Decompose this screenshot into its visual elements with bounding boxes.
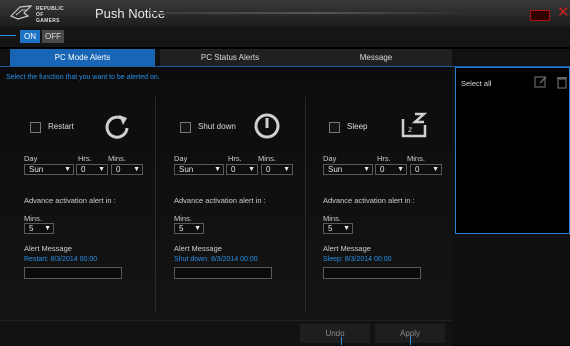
footer-bar: Undo Apply (0, 320, 452, 346)
sleep-icon: z (401, 112, 428, 138)
shutdown-mins-select-value: 0 (266, 165, 271, 174)
sleep-hrs-label: Hrs. (377, 154, 391, 163)
callout-line (0, 35, 16, 36)
shutdown-column: Shut down (180, 67, 326, 320)
restart-day-select[interactable]: Sun ▼ (24, 164, 74, 175)
shutdown-mins-select[interactable]: 0 ▼ (261, 164, 293, 175)
chevron-down-icon: ▼ (363, 166, 370, 173)
shutdown-alert-message-value: Shut down: 8/3/2014 00:00 (174, 256, 258, 263)
chevron-down-icon: ▼ (397, 166, 404, 173)
edit-icon[interactable] (534, 75, 548, 89)
shutdown-hrs-select-value: 0 (231, 165, 236, 174)
restart-advance-mins-select-value: 5 (29, 224, 34, 233)
sleep-alert-message-value: Sleep: 8/3/2014 00:00 (323, 256, 392, 263)
chevron-down-icon: ▼ (214, 166, 221, 173)
restart-advance-label: Advance activation alert in : (24, 196, 116, 205)
restart-hrs-label: Hrs. (78, 154, 92, 163)
sleep-advance-mins-select-value: 5 (328, 224, 333, 233)
restart-hrs-select[interactable]: 0 ▼ (76, 164, 108, 175)
shutdown-alert-message-input[interactable] (174, 267, 272, 279)
restart-icon (105, 115, 129, 139)
sleep-day-select-value: Sun (328, 165, 343, 174)
sleep-alert-message-label: Alert Message (323, 244, 371, 253)
toggle-on-button[interactable]: ON (20, 30, 40, 43)
sleep-day-label: Day (323, 154, 337, 163)
close-icon[interactable]: ✕ (557, 5, 570, 20)
brand-line-2: GAMERS (36, 18, 60, 24)
undo-button[interactable]: Undo (300, 324, 370, 343)
restart-mins-select-value: 0 (116, 165, 121, 174)
restart-day-select-value: Sun (29, 165, 44, 174)
trash-icon[interactable] (555, 75, 569, 89)
tab-pc-mode-alerts[interactable]: PC Mode Alerts (10, 49, 155, 66)
shutdown-checkbox[interactable] (180, 122, 191, 133)
chevron-down-icon: ▼ (44, 225, 51, 232)
restart-mins-label: Mins. (108, 154, 126, 163)
rog-logo: REPUBLIC OF GAMERS (9, 4, 70, 24)
restart-day-label: Day (24, 154, 38, 163)
restart-mins-select[interactable]: 0 ▼ (111, 164, 143, 175)
shutdown-day-select[interactable]: Sun ▼ (174, 164, 224, 175)
shutdown-title: Shut down (198, 122, 236, 131)
svg-text:z: z (408, 125, 412, 134)
shutdown-advance-mins-select-value: 5 (179, 224, 184, 233)
tab-pc-status-alerts[interactable]: PC Status Alerts (160, 49, 300, 66)
restart-advance-mins-label: Mins. (24, 214, 42, 223)
sleep-advance-mins-label: Mins. (323, 214, 341, 223)
shutdown-day-label: Day (174, 154, 188, 163)
shutdown-hrs-label: Hrs. (228, 154, 242, 163)
shutdown-day-select-value: Sun (179, 165, 194, 174)
restart-alert-message-input[interactable] (24, 267, 122, 279)
main-panel: Select the function that you want to be … (0, 67, 452, 320)
toolbar-mini-icon[interactable] (530, 10, 550, 21)
sleep-day-select[interactable]: Sun ▼ (323, 164, 373, 175)
title-decoration (150, 12, 480, 14)
sleep-hrs-select[interactable]: 0 ▼ (375, 164, 407, 175)
sleep-title: Sleep (347, 122, 368, 131)
chevron-down-icon: ▼ (248, 166, 255, 173)
sleep-mins-select-value: 0 (415, 165, 420, 174)
chevron-down-icon: ▼ (283, 166, 290, 173)
restart-alert-message-value: Restart: 8/3/2014 00:00 (24, 256, 98, 263)
restart-title: Restart (48, 122, 74, 131)
restart-checkbox[interactable] (30, 122, 41, 133)
shutdown-advance-mins-label: Mins. (174, 214, 192, 223)
tab-message[interactable]: Message (300, 49, 452, 66)
rog-eye-icon (9, 5, 33, 20)
tab-bar: PC Mode Alerts PC Status Alerts Message (0, 49, 570, 67)
shutdown-advance-mins-select[interactable]: 5 ▼ (174, 223, 204, 234)
message-list[interactable]: Select all (455, 67, 570, 234)
sleep-checkbox[interactable] (329, 122, 340, 133)
sleep-mins-select[interactable]: 0 ▼ (410, 164, 442, 175)
message-list-panel: Select all (452, 67, 570, 345)
chevron-down-icon: ▼ (98, 166, 105, 173)
restart-alert-message-label: Alert Message (24, 244, 72, 253)
sleep-alert-message-input[interactable] (323, 267, 421, 279)
brand-line-1: REPUBLIC OF (36, 6, 64, 18)
title-bar: REPUBLIC OF GAMERS Push Notice ✕ (0, 0, 570, 28)
sleep-advance-mins-select[interactable]: 5 ▼ (323, 223, 353, 234)
power-icon (254, 113, 280, 139)
sleep-hrs-select-value: 0 (380, 165, 385, 174)
shutdown-advance-label: Advance activation alert in : (174, 196, 266, 205)
toggle-bar (0, 27, 570, 47)
chevron-down-icon: ▼ (432, 166, 439, 173)
shutdown-mins-label: Mins. (258, 154, 276, 163)
select-all-label[interactable]: Select all (461, 79, 491, 88)
restart-hrs-select-value: 0 (81, 165, 86, 174)
chevron-down-icon: ▼ (343, 225, 350, 232)
shutdown-alert-message-label: Alert Message (174, 244, 222, 253)
restart-advance-mins-select[interactable]: 5 ▼ (24, 223, 54, 234)
chevron-down-icon: ▼ (194, 225, 201, 232)
chevron-down-icon: ▼ (133, 166, 140, 173)
sleep-advance-label: Advance activation alert in : (323, 196, 415, 205)
shutdown-hrs-select[interactable]: 0 ▼ (226, 164, 258, 175)
toggle-off-button[interactable]: OFF (42, 30, 64, 43)
sleep-mins-label: Mins. (407, 154, 425, 163)
restart-column: Restart (30, 67, 176, 320)
chevron-down-icon: ▼ (64, 166, 71, 173)
callout-line (410, 337, 411, 345)
callout-line (341, 337, 342, 345)
